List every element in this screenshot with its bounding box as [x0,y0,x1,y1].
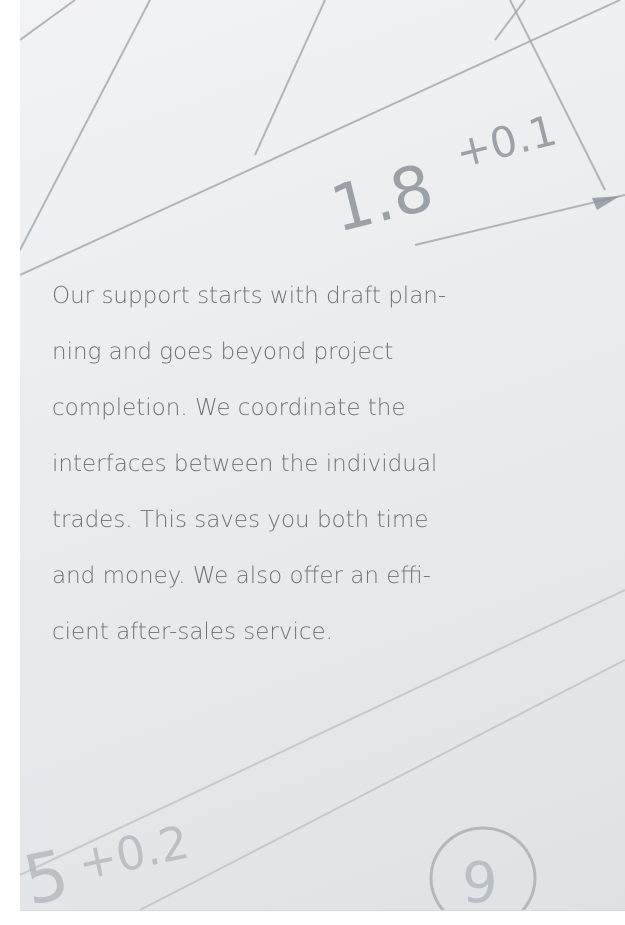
dimension-text-main: 1.8 [324,151,441,247]
text-line: completion. We coordinate the [52,395,406,421]
drawing-line [254,0,326,156]
text-line: trades. This saves you both time [52,507,429,533]
body-text: Our support starts with draft plan- ning… [52,268,600,660]
tolerance-text-lower: +0.2 [73,815,193,891]
circle-mark-text: 9 [462,851,498,910]
dimension-line [414,194,625,246]
text-line: cient after-sales service. [52,619,333,645]
dimension-arrow [592,196,620,210]
drawing-line [20,0,76,41]
dimension-text-lower: 5 [20,835,76,910]
text-line: ning and goes beyond project [52,339,394,365]
text-line: and money. We also offer an effi- [52,563,431,589]
footer-divider [20,910,625,911]
drawing-line [20,0,151,251]
text-line: Our support starts with draft plan- [52,283,447,309]
tolerance-text-main: +0.1 [451,105,562,177]
text-line: interfaces between the individual [52,451,438,477]
page: 1.8 +0.1 5 +0.2 9 Our support starts wit… [0,0,625,925]
